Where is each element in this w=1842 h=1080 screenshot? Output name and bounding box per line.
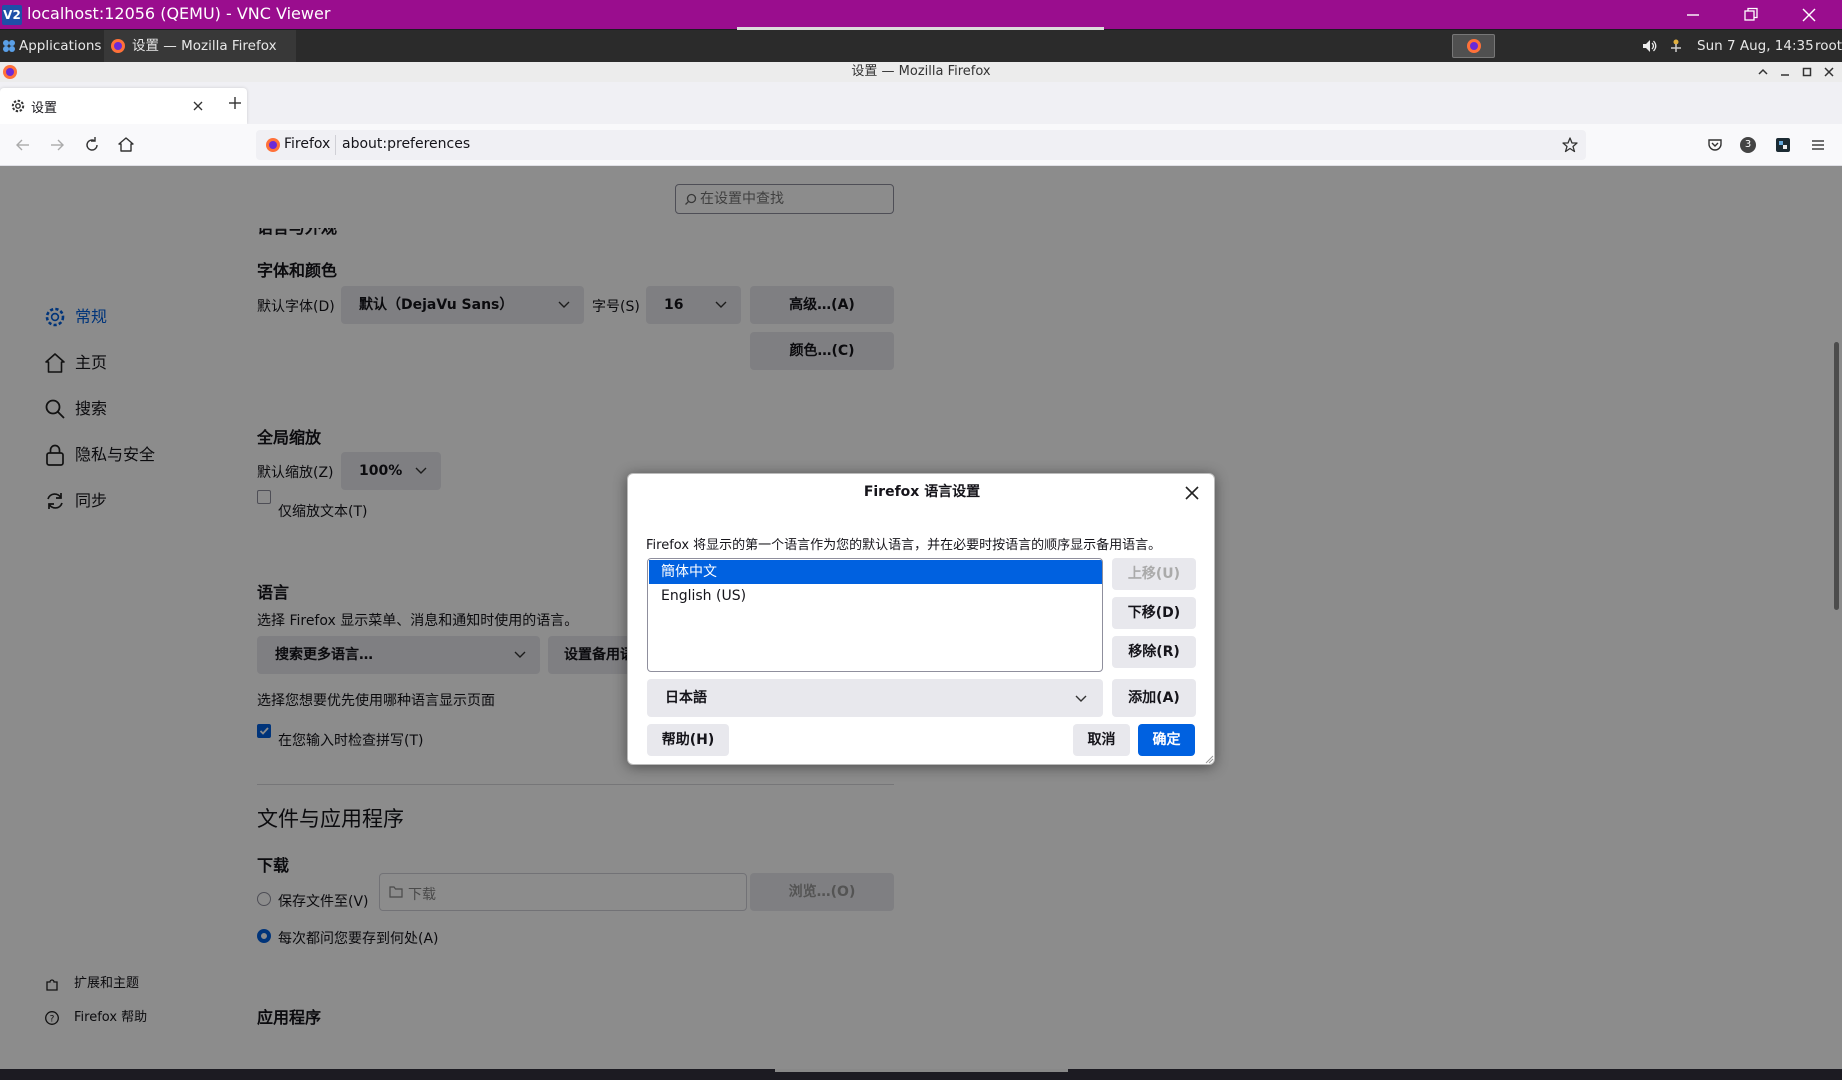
forward-icon[interactable] (45, 133, 69, 157)
dialog-title: Firefox 语言设置 (863, 484, 981, 500)
horizontal-scroll-thumb[interactable] (775, 1069, 1068, 1072)
applications-label: Applications (19, 38, 102, 54)
panel-clock[interactable]: Sun 7 Aug, 14:35 (1697, 30, 1814, 62)
vnc-close-button[interactable] (1780, 0, 1838, 29)
firefox-icon (111, 39, 125, 53)
extension-icon[interactable] (1771, 133, 1795, 157)
vnc-title-bar: V2 localhost:12056 (QEMU) - VNC Viewer (0, 0, 1842, 29)
taskbar-firefox[interactable]: 设置 — Mozilla Firefox (104, 30, 296, 62)
help-button[interactable]: 帮助(H) (647, 724, 729, 756)
taskbar-title: 设置 — Mozilla Firefox (132, 38, 277, 54)
close-icon (1802, 8, 1816, 22)
minimize-icon (1687, 14, 1699, 16)
maximize-icon[interactable] (1801, 66, 1813, 78)
tab-settings[interactable]: 设置 (0, 88, 247, 124)
language-item-selected[interactable]: 簡体中文 (649, 560, 1102, 584)
menu-icon[interactable] (1806, 133, 1830, 157)
vnc-minimize-button[interactable] (1664, 0, 1722, 29)
minimize-icon[interactable] (1779, 66, 1791, 78)
tab-bar: 设置 (0, 82, 1842, 124)
vnc-restore-button[interactable] (1722, 0, 1780, 29)
pocket-icon[interactable] (1703, 133, 1727, 157)
desktop-panel: Applications 设置 — Mozilla Firefox Sun 7 … (0, 30, 1842, 62)
ok-button[interactable]: 确定 (1138, 724, 1195, 756)
language-settings-dialog: Firefox 语言设置 Firefox 将显示的第一个语言作为您的默认语言，并… (627, 473, 1215, 765)
firefox-icon (1466, 39, 1481, 53)
move-down-button[interactable]: 下移(D) (1112, 597, 1196, 629)
applications-icon (3, 40, 15, 52)
home-icon[interactable] (114, 133, 138, 157)
firefox-titlebar: 设置 — Mozilla Firefox (0, 62, 1842, 82)
applications-menu[interactable]: Applications (2, 30, 101, 62)
firefox-icon (266, 138, 280, 152)
firefox-window-title: 设置 — Mozilla Firefox (851, 64, 991, 79)
dialog-description: Firefox 将显示的第一个语言作为您的默认语言，并在必要时按语言的顺序显示备… (646, 538, 1162, 553)
url-text[interactable]: about:preferences (342, 136, 470, 152)
language-list[interactable]: 簡体中文 English (US) (647, 558, 1103, 672)
back-icon[interactable] (11, 133, 35, 157)
vnc-window-title: localhost:12056 (QEMU) - VNC Viewer (27, 4, 331, 23)
add-button[interactable]: 添加(A) (1112, 679, 1196, 717)
volume-icon[interactable] (1641, 38, 1657, 54)
gear-icon (11, 99, 25, 113)
firefox-icon (3, 65, 17, 79)
language-item[interactable]: English (US) (649, 584, 1102, 608)
chevron-down-icon (1075, 695, 1087, 702)
workspace-switcher[interactable] (1452, 34, 1495, 58)
reload-icon[interactable] (80, 133, 104, 157)
shade-icon[interactable] (1757, 66, 1769, 78)
vnc-logo-icon: V2 (2, 5, 22, 25)
url-bar[interactable]: Firefox about:preferences (256, 130, 1586, 160)
cancel-button[interactable]: 取消 (1073, 724, 1130, 756)
url-divider (335, 135, 336, 155)
add-language-value: 日本語 (665, 690, 707, 706)
page-scrollbar-thumb[interactable] (1834, 342, 1839, 610)
resize-grip-icon[interactable] (1204, 754, 1214, 764)
remove-button[interactable]: 移除(R) (1112, 636, 1196, 668)
identity-label[interactable]: Firefox (284, 136, 330, 152)
tab-title: 设置 (31, 101, 58, 116)
close-icon[interactable] (1823, 66, 1835, 78)
close-tab-icon[interactable] (192, 100, 204, 112)
move-up-button[interactable]: 上移(U) (1112, 558, 1196, 590)
add-language-select[interactable]: 日本語 (647, 679, 1103, 717)
account-badge-icon[interactable]: 3 (1740, 137, 1756, 153)
restore-icon (1744, 7, 1758, 21)
close-icon[interactable] (1183, 484, 1201, 502)
panel-user[interactable]: root (1815, 30, 1842, 62)
navigation-toolbar: Firefox about:preferences 3 (0, 124, 1842, 166)
new-tab-icon[interactable] (227, 95, 243, 111)
network-icon[interactable] (1668, 38, 1684, 54)
bookmark-star-icon[interactable] (1561, 136, 1579, 154)
